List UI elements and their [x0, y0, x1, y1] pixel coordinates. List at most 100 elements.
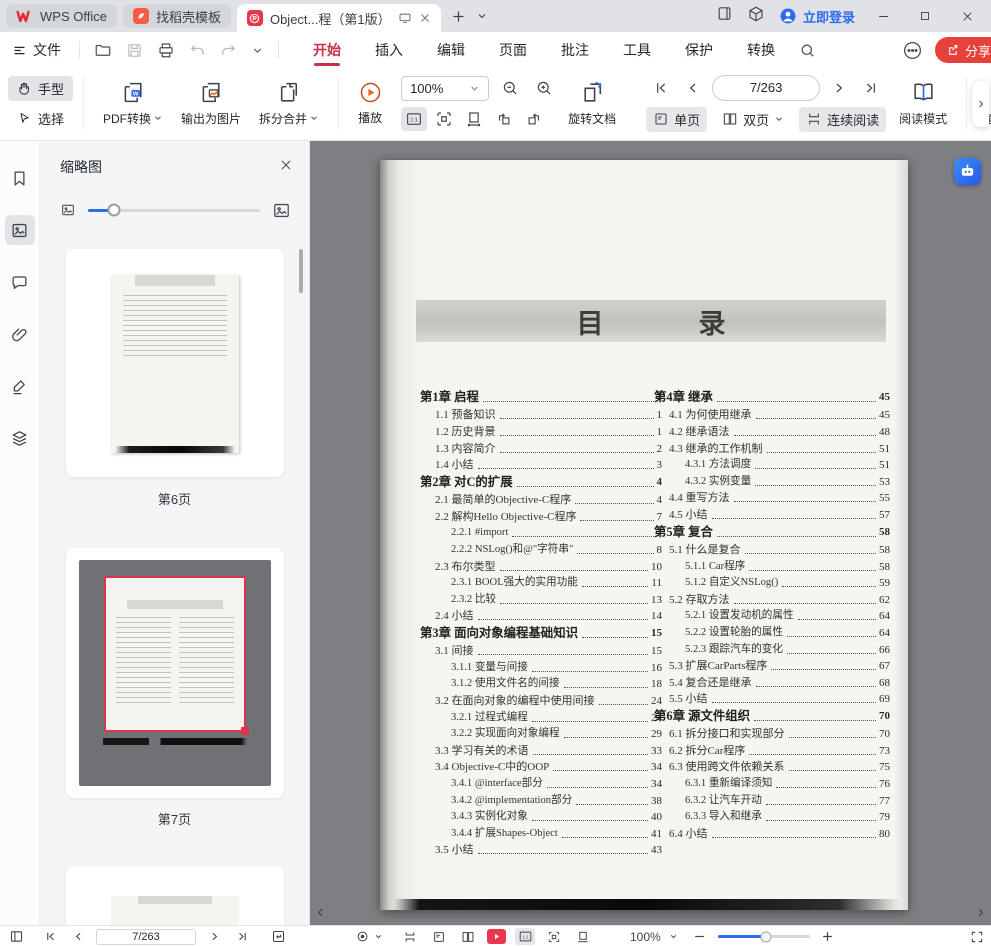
close-panel-icon[interactable]: [279, 158, 293, 177]
hand-tool-button[interactable]: 手型: [8, 76, 73, 101]
attachments-panel-button[interactable]: [5, 319, 35, 349]
zoom-slider-knob[interactable]: [760, 931, 771, 942]
next-page-icon[interactable]: [204, 928, 224, 945]
minimize-button[interactable]: [869, 4, 897, 28]
single-page-view-button[interactable]: 单页: [646, 107, 707, 132]
tab-document-active[interactable]: Object...程（第1版）: [237, 4, 441, 32]
document-viewer[interactable]: 目 录 第1章 启程11.1 预备知识11.2 历史背景11.3 内容简介21.…: [310, 141, 991, 925]
page-number-input[interactable]: [712, 75, 820, 101]
menu-tab-insert[interactable]: 插入: [373, 32, 405, 68]
zoom-slider[interactable]: [718, 935, 810, 938]
prev-page-button[interactable]: [680, 76, 706, 100]
statusbar-page-input[interactable]: [96, 929, 196, 945]
menu-search-icon[interactable]: [799, 42, 816, 59]
zoom-in-button[interactable]: [531, 76, 557, 100]
share-button[interactable]: 分享: [935, 37, 991, 63]
file-menu-button[interactable]: 文件: [0, 40, 73, 60]
pdf-page[interactable]: 目 录 第1章 启程11.1 预备知识11.2 历史背景11.3 内容简介21.…: [380, 160, 908, 910]
menu-tab-convert[interactable]: 转换: [745, 32, 777, 68]
thumbnail-size-slider[interactable]: [88, 209, 260, 212]
rotate-left-button[interactable]: [491, 107, 517, 131]
double-page-view-button[interactable]: 双页: [715, 107, 791, 132]
comments-panel-button[interactable]: [5, 267, 35, 297]
continuous-view-icon[interactable]: [400, 928, 420, 945]
bookmarks-panel-button[interactable]: [5, 163, 35, 193]
ai-assistant-button[interactable]: [954, 158, 981, 185]
thumbnail-page-6[interactable]: [66, 249, 284, 477]
first-page-icon[interactable]: [40, 928, 60, 945]
chevron-down-icon[interactable]: [669, 932, 678, 941]
layers-panel-button[interactable]: [5, 423, 35, 453]
undo-icon[interactable]: [189, 42, 206, 59]
new-tab-button[interactable]: [451, 9, 466, 24]
panel-scrollbar[interactable]: [299, 249, 303, 293]
actual-size-icon[interactable]: 1:1: [515, 928, 535, 945]
split-merge-button[interactable]: 拆分合并: [250, 78, 328, 129]
zoom-decrease-icon[interactable]: [690, 928, 710, 945]
tab-docer-templates[interactable]: 找稻壳模板: [123, 4, 231, 28]
next-page-button[interactable]: [826, 76, 852, 100]
slider-knob[interactable]: [107, 204, 120, 217]
single-page-view-icon[interactable]: [429, 928, 449, 945]
integrations-cube-icon[interactable]: [747, 5, 765, 28]
tab-wps-office[interactable]: WPS Office: [6, 4, 117, 28]
zoom-increase-icon[interactable]: [818, 928, 838, 945]
close-window-button[interactable]: [953, 4, 981, 28]
current-view-indicator[interactable]: [104, 576, 246, 732]
menu-tab-tools[interactable]: 工具: [621, 32, 653, 68]
more-options-icon[interactable]: [902, 40, 923, 61]
pdf-convert-button[interactable]: W PDF转换: [94, 78, 172, 129]
menu-tab-edit[interactable]: 编辑: [435, 32, 467, 68]
menu-tab-home[interactable]: 开始: [311, 32, 343, 68]
fullscreen-icon[interactable]: [967, 928, 987, 945]
auto-scroll-icon[interactable]: [352, 928, 372, 945]
tab-list-dropdown[interactable]: [476, 10, 488, 22]
thumbnail-smaller-icon[interactable]: [60, 202, 76, 218]
redo-icon[interactable]: [220, 42, 237, 59]
menu-tab-protect[interactable]: 保护: [683, 32, 715, 68]
continuous-view-button[interactable]: 连续阅读: [799, 107, 886, 132]
read-mode-button[interactable]: 阅读模式: [890, 78, 956, 129]
last-page-icon[interactable]: [232, 928, 252, 945]
statusbar-zoom-value[interactable]: 100%: [630, 930, 661, 944]
thumbnail-larger-icon[interactable]: [272, 201, 291, 220]
prev-page-icon[interactable]: [68, 928, 88, 945]
play-slideshow-button[interactable]: [487, 929, 506, 944]
scroll-left-arrow[interactable]: [315, 905, 326, 923]
select-tool-button[interactable]: 选择: [8, 106, 73, 131]
last-page-button[interactable]: [858, 76, 884, 100]
export-as-image-button[interactable]: 输出为图片: [172, 78, 250, 129]
open-file-icon[interactable]: [94, 41, 112, 59]
selection-handle[interactable]: [241, 727, 249, 735]
fit-page-button[interactable]: [431, 107, 457, 131]
thumbnail-page-7-selected[interactable]: [66, 548, 284, 798]
rotate-document-button[interactable]: 旋转文档: [559, 78, 625, 129]
zoom-combobox[interactable]: 100%: [401, 76, 489, 101]
menu-tab-comment[interactable]: 批注: [559, 32, 591, 68]
present-screen-icon[interactable]: [398, 11, 412, 25]
menu-tab-page[interactable]: 页面: [497, 32, 529, 68]
thumbnail-page-8-partial[interactable]: [66, 866, 284, 925]
play-button[interactable]: 播放: [349, 79, 391, 128]
print-icon[interactable]: [157, 41, 175, 59]
quick-access-dropdown-icon[interactable]: [251, 44, 264, 57]
maximize-button[interactable]: [911, 4, 939, 28]
tab-close-icon[interactable]: [419, 12, 431, 24]
zoom-out-button[interactable]: [497, 76, 523, 100]
scroll-right-arrow[interactable]: [975, 905, 986, 923]
double-page-view-icon[interactable]: [458, 928, 478, 945]
save-icon[interactable]: [126, 42, 143, 59]
login-button[interactable]: 立即登录: [779, 7, 855, 26]
back-to-position-icon[interactable]: [268, 928, 288, 945]
toggle-sidebar-icon[interactable]: [6, 928, 26, 945]
rotate-right-button[interactable]: [521, 107, 547, 131]
fit-page-icon[interactable]: [544, 928, 564, 945]
fit-width-icon[interactable]: [573, 928, 593, 945]
ribbon-expand-button[interactable]: [972, 81, 989, 127]
chevron-down-icon[interactable]: [374, 932, 383, 941]
thumbnails-panel-button[interactable]: [5, 215, 35, 245]
fit-width-button[interactable]: [461, 107, 487, 131]
first-page-button[interactable]: [648, 76, 674, 100]
split-screen-icon[interactable]: [716, 5, 733, 27]
signature-panel-button[interactable]: [5, 371, 35, 401]
